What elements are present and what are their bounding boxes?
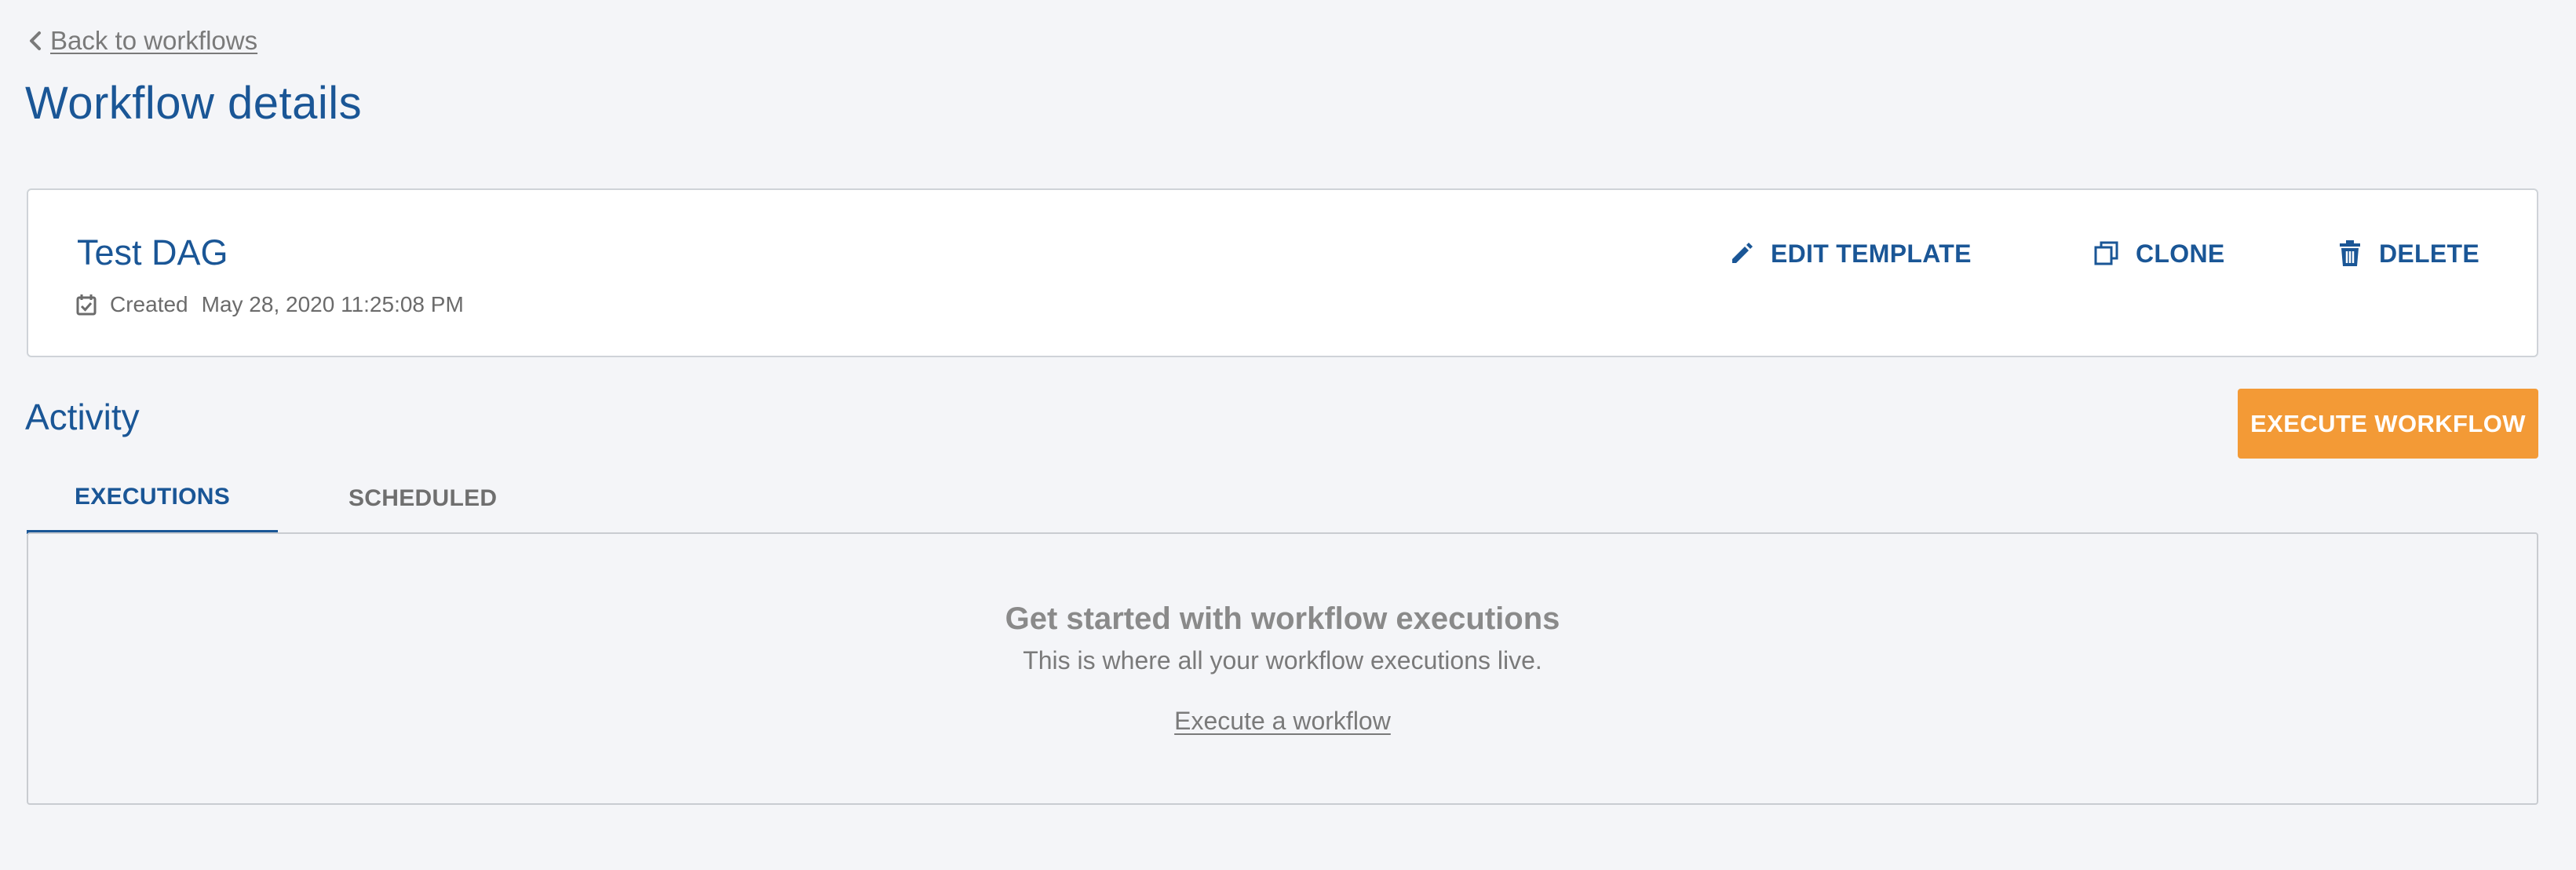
trash-icon (2337, 240, 2363, 267)
activity-heading: Activity (25, 397, 140, 437)
delete-label: DELETE (2379, 239, 2480, 268)
clone-button[interactable]: CLONE (2093, 236, 2225, 272)
clone-label: CLONE (2136, 239, 2225, 268)
executions-empty-state: Get started with workflow executions Thi… (27, 532, 2538, 805)
activity-tabs: EXECUTIONS SCHEDULED (27, 463, 529, 534)
chevron-left-icon (27, 29, 50, 53)
empty-state-heading: Get started with workflow executions (1005, 601, 1560, 636)
workflow-name: Test DAG (77, 232, 228, 272)
copy-icon (2093, 240, 2120, 267)
edit-template-label: EDIT TEMPLATE (1771, 239, 1972, 268)
calendar-check-icon (75, 293, 99, 316)
back-link-label: Back to workflows (50, 26, 258, 55)
page-title: Workflow details (25, 78, 363, 129)
created-label: Created (110, 292, 188, 316)
execute-workflow-button[interactable]: EXECUTE WORKFLOW (2238, 389, 2538, 459)
tab-executions[interactable]: EXECUTIONS (27, 463, 278, 534)
execute-a-workflow-link-wrap: Execute a workflow (28, 707, 2537, 736)
empty-state-subtext: This is where all your workflow executio… (1023, 646, 1542, 674)
edit-template-button[interactable]: EDIT TEMPLATE (1728, 236, 1972, 272)
created-timestamp: May 28, 2020 11:25:08 PM (201, 292, 464, 316)
created-info: Created May 28, 2020 11:25:08 PM (75, 292, 464, 317)
tab-scheduled[interactable]: SCHEDULED (278, 463, 529, 534)
workflow-summary-card: Test DAG Created May 28, 2020 11:25:08 P… (27, 188, 2538, 357)
execute-a-workflow-link[interactable]: Execute a workflow (1174, 707, 1391, 735)
back-to-workflows-link[interactable]: Back to workflows (27, 24, 257, 58)
delete-button[interactable]: DELETE (2337, 236, 2479, 272)
pencil-icon (1728, 240, 1755, 267)
